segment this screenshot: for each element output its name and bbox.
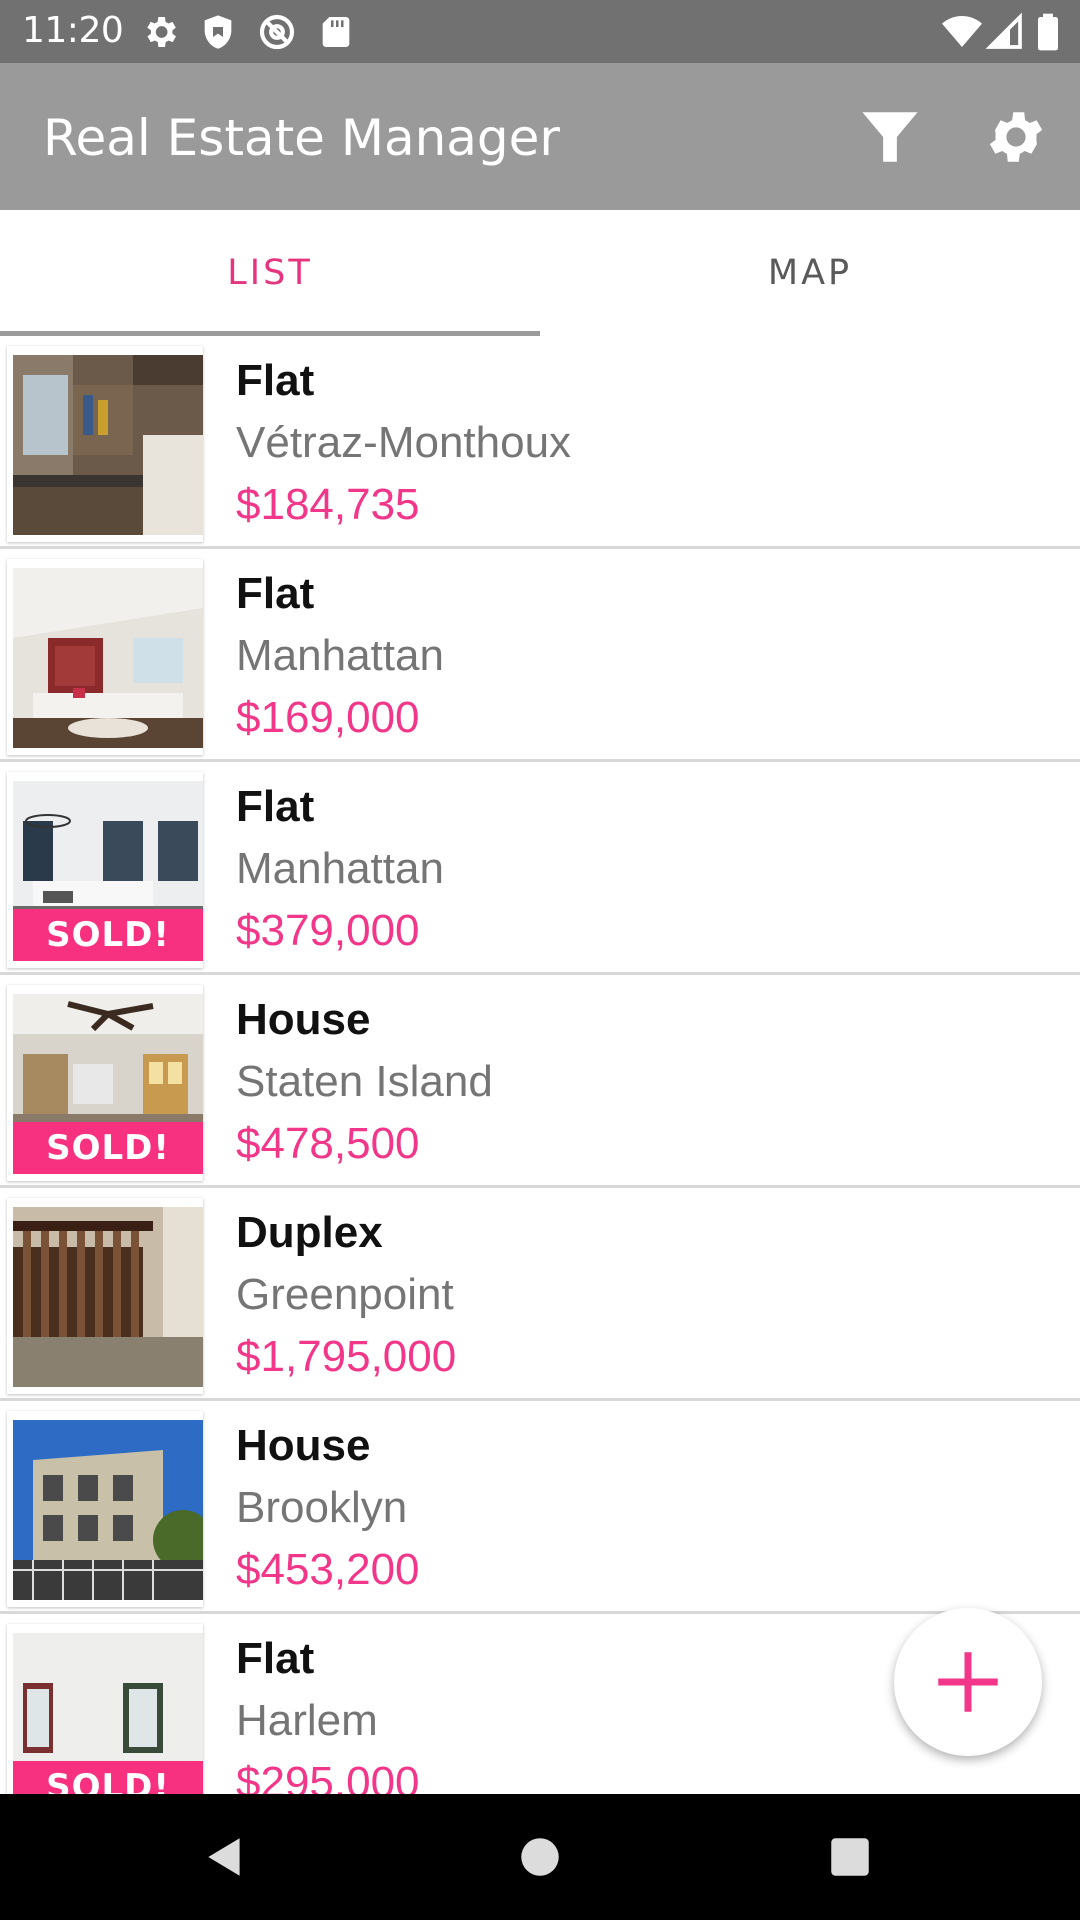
property-city: Brooklyn (236, 1483, 408, 1532)
property-list-item[interactable]: House Brooklyn $453,200 (0, 1401, 1080, 1614)
property-photo (13, 355, 203, 535)
sold-badge: SOLD! (13, 1761, 203, 1794)
property-price: $295,000 (236, 1758, 420, 1794)
filter-button[interactable] (852, 99, 928, 175)
tab-bar: LIST MAP (0, 210, 1080, 336)
property-type: House (236, 995, 371, 1044)
sold-badge: SOLD! (13, 909, 203, 961)
property-city: Greenpoint (236, 1270, 454, 1319)
back-button[interactable] (200, 1832, 250, 1882)
recents-button[interactable] (825, 1832, 875, 1882)
property-photo-frame (7, 1411, 203, 1607)
property-list-item[interactable]: SOLD! House Staten Island $478,500 (0, 975, 1080, 1188)
plus-icon (938, 1652, 998, 1712)
property-type: Flat (236, 356, 315, 405)
property-price: $379,000 (236, 906, 420, 955)
sd-card-icon (316, 12, 356, 52)
property-type: Duplex (236, 1208, 383, 1257)
property-price: $169,000 (236, 693, 420, 742)
status-time: 11:20 (22, 10, 124, 51)
gear-icon (140, 12, 180, 52)
property-photo: SOLD! (13, 1633, 203, 1794)
property-photo-frame (7, 346, 203, 542)
property-photo-frame (7, 1198, 203, 1394)
filter-icon (862, 112, 918, 162)
property-list-item[interactable]: Flat Vétraz-Monthoux $184,735 (0, 336, 1080, 549)
property-photo-frame: SOLD! (7, 772, 203, 968)
property-photo-frame: SOLD! (7, 1624, 203, 1794)
recents-icon (831, 1838, 869, 1876)
property-photo: SOLD! (13, 781, 203, 961)
property-price: $184,735 (236, 480, 420, 529)
property-type: Flat (236, 569, 315, 618)
property-photo (13, 1420, 203, 1600)
home-icon (521, 1838, 559, 1876)
navigation-bar (0, 1794, 1080, 1920)
property-city: Manhattan (236, 844, 444, 893)
property-list-item[interactable]: SOLD! Flat Manhattan $379,000 (0, 762, 1080, 975)
home-button[interactable] (515, 1832, 565, 1882)
property-list[interactable]: Flat Vétraz-Monthoux $184,735 Flat Manha… (0, 336, 1080, 1794)
wifi-icon (942, 12, 982, 52)
property-price: $453,200 (236, 1545, 420, 1594)
property-city: Harlem (236, 1696, 378, 1745)
battery-icon (1030, 12, 1066, 52)
app-bar: Real Estate Manager (0, 63, 1080, 210)
shield-icon (198, 12, 238, 52)
property-photo-frame: SOLD! (7, 985, 203, 1181)
add-property-button[interactable] (894, 1608, 1042, 1756)
property-city: Staten Island (236, 1057, 493, 1106)
property-price: $1,795,000 (236, 1332, 457, 1381)
sold-badge: SOLD! (13, 1122, 203, 1174)
at-sign-icon (257, 12, 297, 52)
app-title: Real Estate Manager (43, 109, 560, 167)
cell-signal-icon (985, 12, 1025, 52)
property-city: Manhattan (236, 631, 444, 680)
settings-icon (989, 112, 1043, 162)
property-city: Vétraz-Monthoux (236, 418, 572, 467)
property-list-item[interactable]: Flat Manhattan $169,000 (0, 549, 1080, 762)
tab-list[interactable]: LIST (0, 210, 540, 336)
property-price: $478,500 (236, 1119, 420, 1168)
property-photo (13, 568, 203, 748)
tab-map[interactable]: MAP (540, 210, 1080, 336)
back-icon (208, 1838, 240, 1876)
property-photo: SOLD! (13, 994, 203, 1174)
property-type: House (236, 1421, 371, 1470)
property-photo (13, 1207, 203, 1387)
settings-button[interactable] (978, 99, 1054, 175)
property-type: Flat (236, 782, 315, 831)
property-type: Flat (236, 1634, 315, 1683)
status-bar: 11:20 (0, 0, 1080, 63)
property-photo-frame (7, 559, 203, 755)
property-list-item[interactable]: Duplex Greenpoint $1,795,000 (0, 1188, 1080, 1401)
